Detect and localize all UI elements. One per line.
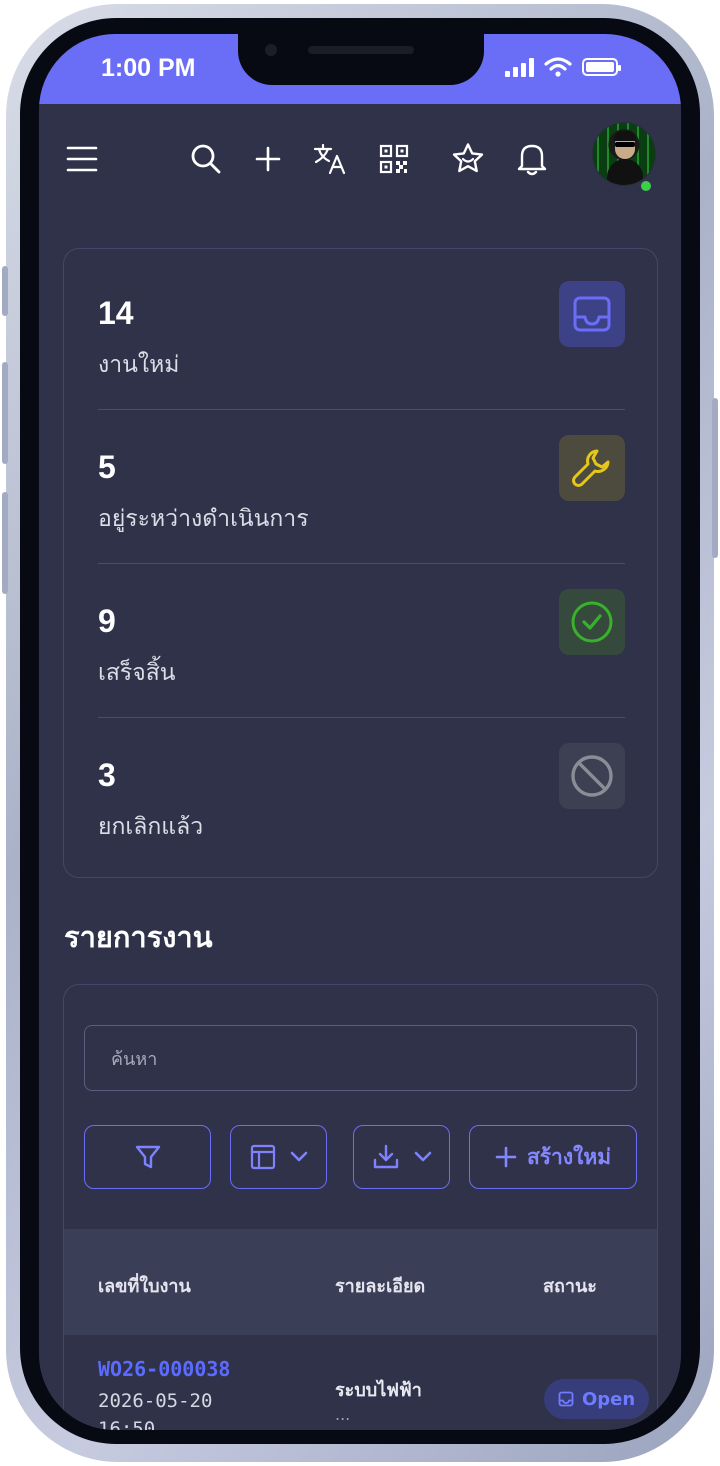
front-camera — [265, 44, 277, 56]
phone-side-button — [2, 492, 8, 594]
column-header-details[interactable]: รายละเอียด — [335, 1271, 425, 1300]
status-label: Open — [582, 1388, 636, 1410]
avatar[interactable] — [592, 122, 656, 186]
chevron-down-icon — [414, 1151, 431, 1162]
status-time: 1:00 PM — [101, 54, 196, 82]
qr-code-icon[interactable] — [377, 142, 411, 176]
table-header: เลขที่ใบงาน รายละเอียด สถานะ — [64, 1229, 657, 1335]
work-order-link[interactable]: WO26-000038 — [98, 1357, 230, 1381]
work-order-detail-more: ... — [335, 1405, 351, 1424]
search-placeholder: ค้นหา — [111, 1048, 158, 1070]
plus-icon[interactable] — [251, 142, 285, 176]
check-circle-icon — [559, 589, 625, 655]
stat-label: อยู่ระหว่างดำเนินการ — [98, 506, 309, 532]
create-new-button[interactable]: สร้างใหม่ — [469, 1125, 637, 1189]
work-list-card: ค้นหา สร้างใหม่ เลขที่ใบงาน รายละเอียด ส… — [63, 984, 658, 1430]
status-bar: 1:00 PM — [39, 34, 681, 104]
signal-icon — [505, 57, 534, 77]
search-icon[interactable] — [189, 142, 223, 176]
bell-icon[interactable] — [515, 142, 549, 176]
work-order-time: 16:50 — [98, 1418, 156, 1430]
work-order-datetime: 2026-05-20 16:50 — [98, 1387, 268, 1430]
notch — [238, 34, 484, 85]
column-header-job-number[interactable]: เลขที่ใบงาน — [98, 1271, 191, 1300]
top-toolbar — [39, 104, 681, 214]
favorites-icon[interactable] — [451, 142, 485, 176]
stat-count: 5 — [98, 449, 116, 485]
stat-in-progress[interactable]: 5 อยู่ระหว่างดำเนินการ — [98, 403, 625, 557]
section-title: รายการงาน — [64, 920, 213, 954]
layout-button[interactable] — [230, 1125, 327, 1189]
layout-icon — [250, 1144, 275, 1170]
stat-label: ยกเลิกแล้ว — [98, 814, 204, 840]
wifi-icon — [544, 57, 572, 77]
download-icon — [373, 1144, 398, 1169]
work-order-detail: ระบบไฟฟ้า — [335, 1380, 422, 1401]
status-icons — [505, 56, 621, 78]
menu-icon[interactable] — [65, 142, 99, 176]
plus-icon — [495, 1146, 517, 1168]
battery-icon — [582, 58, 621, 76]
status-badge: Open — [544, 1379, 650, 1419]
phone-side-button — [2, 266, 8, 316]
phone-side-button — [2, 362, 8, 464]
chevron-down-icon — [290, 1151, 307, 1162]
ban-icon — [559, 743, 625, 809]
stat-new-jobs[interactable]: 14 งานใหม่ — [98, 249, 625, 403]
stat-label: งานใหม่ — [98, 352, 180, 378]
speaker — [308, 46, 414, 54]
filter-icon — [135, 1145, 160, 1169]
inbox-icon — [558, 1391, 574, 1407]
phone-side-button — [712, 398, 718, 558]
translate-icon[interactable] — [313, 142, 347, 176]
export-button[interactable] — [353, 1125, 450, 1189]
create-new-label: สร้างใหม่ — [526, 1144, 612, 1169]
stat-count: 3 — [98, 757, 116, 793]
stat-label: เสร็จสิ้น — [98, 660, 176, 686]
filter-button[interactable] — [84, 1125, 211, 1189]
stat-count: 9 — [98, 603, 116, 639]
stat-count: 14 — [98, 295, 134, 331]
column-header-status[interactable]: สถานะ — [543, 1271, 597, 1300]
inbox-icon — [559, 281, 625, 347]
table-row[interactable]: WO26-000038 2026-05-20 16:50 ระบบไฟฟ้า .… — [64, 1335, 657, 1430]
stat-completed[interactable]: 9 เสร็จสิ้น — [98, 557, 625, 711]
search-input[interactable]: ค้นหา — [84, 1025, 637, 1091]
online-status-dot — [639, 179, 653, 193]
work-order-date: 2026-05-20 — [98, 1390, 213, 1412]
screen: 1:00 PM 14 งานใหม่ 5 อยู่ระหว่างดำเนินกา… — [39, 34, 681, 1430]
stat-cancelled[interactable]: 3 ยกเลิกแล้ว — [98, 711, 625, 865]
stats-card: 14 งานใหม่ 5 อยู่ระหว่างดำเนินการ 9 เสร็… — [63, 248, 658, 878]
app-content: 14 งานใหม่ 5 อยู่ระหว่างดำเนินการ 9 เสร็… — [39, 104, 681, 1430]
wrench-icon — [559, 435, 625, 501]
